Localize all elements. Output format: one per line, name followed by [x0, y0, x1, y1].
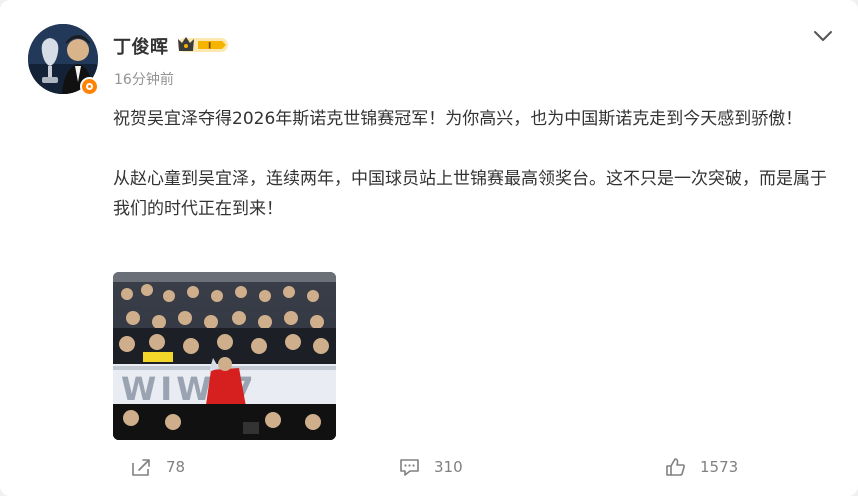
share-icon	[132, 459, 150, 476]
like-button[interactable]: 1573	[665, 455, 738, 479]
post-card: 丁俊晖 I 16分钟前 祝贺吴宜泽夺得2026年斯诺克世锦赛冠军！为你高兴，也为…	[0, 0, 858, 496]
chevron-down-icon[interactable]	[813, 29, 833, 43]
author-avatar[interactable]	[28, 24, 100, 96]
share-count: 78	[166, 458, 186, 476]
thumbs-up-icon	[666, 458, 685, 476]
post-paragraph: 祝贺吴宜泽夺得2026年斯诺克世锦赛冠军！为你高兴，也为中国斯诺克走到今天感到骄…	[113, 109, 803, 129]
post-content: 祝贺吴宜泽夺得2026年斯诺克世锦赛冠军！为你高兴，也为中国斯诺克走到今天感到骄…	[113, 104, 827, 224]
comment-count: 310	[434, 458, 463, 476]
share-button[interactable]: 78	[131, 455, 185, 479]
verified-badge-icon	[80, 77, 99, 96]
comment-button[interactable]: 310	[399, 455, 463, 479]
post-timestamp[interactable]: 16分钟前	[114, 69, 174, 89]
crown-icon[interactable]: I	[176, 35, 232, 55]
post-paragraph: 从赵心童到吴宜泽，连续两年，中国球员站上世锦赛最高领奖台。这不只是一次突破，而是…	[113, 169, 827, 219]
like-count: 1573	[700, 458, 739, 476]
author-name[interactable]: 丁俊晖	[113, 33, 169, 59]
svg-text:I: I	[208, 42, 211, 52]
post-photo[interactable]: WIWI7	[113, 272, 336, 440]
comment-icon	[400, 459, 419, 476]
